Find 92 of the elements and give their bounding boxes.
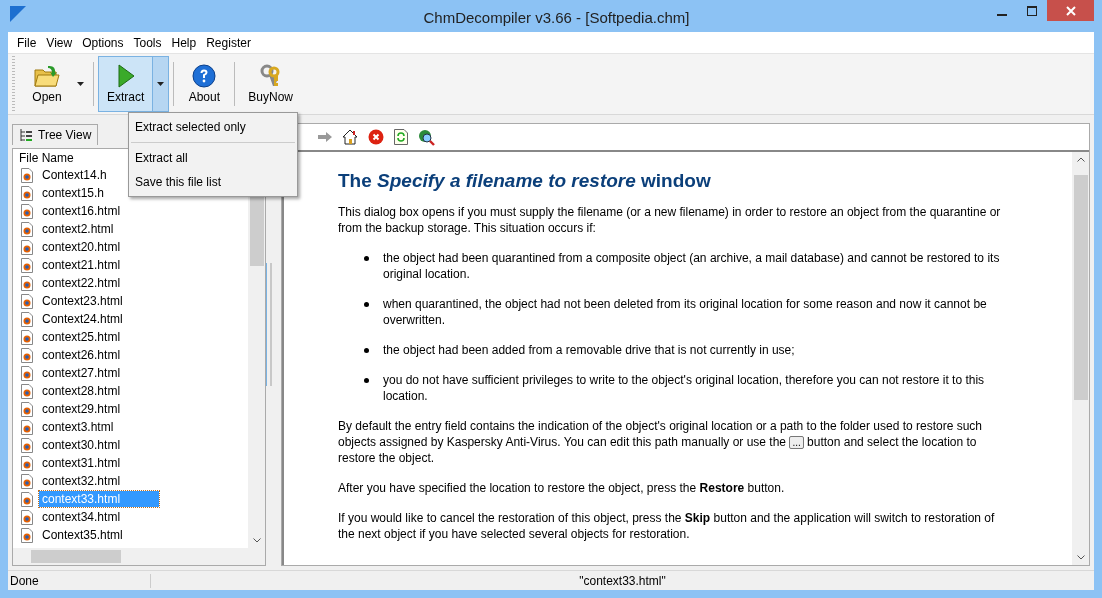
html-file-icon — [21, 455, 33, 471]
folder-icon — [34, 64, 60, 88]
bullet-icon — [364, 348, 369, 353]
menu-item[interactable]: Extract all — [129, 146, 297, 170]
file-list-item[interactable]: context30.html — [39, 437, 165, 453]
scrollbar-thumb[interactable] — [31, 550, 121, 563]
menu-item[interactable]: Extract selected only — [129, 115, 297, 139]
html-file-icon — [21, 221, 33, 237]
menu-item[interactable]: File — [12, 36, 42, 50]
paragraph: If you would like to cancel the restoration of this object, press the Skip button and the application will switch to restoration of the next object if you have selected several objects for restoration. — [338, 510, 996, 542]
html-file-icon — [21, 401, 33, 417]
html-file-icon — [21, 329, 33, 345]
bullet-icon — [364, 302, 369, 307]
forward-arrow-icon[interactable] — [318, 132, 332, 142]
menu-item[interactable]: View — [41, 36, 78, 50]
maximize-icon — [1027, 5, 1037, 16]
caret-icon — [76, 82, 84, 86]
app-icon — [10, 6, 26, 22]
html-file-icon — [21, 527, 33, 543]
globe-search-icon[interactable] — [418, 128, 435, 146]
html-file-icon — [21, 473, 33, 489]
file-list-item[interactable]: context32.html — [39, 473, 165, 489]
html-file-icon — [21, 383, 33, 399]
file-list-item[interactable]: context22.html — [39, 275, 165, 291]
toolbar-button[interactable]: Open — [22, 57, 72, 111]
stop-icon[interactable] — [368, 129, 384, 145]
file-list-item[interactable]: context26.html — [39, 347, 165, 363]
bullet-text: the object had been added from a removable drive that is not currently in use; — [383, 342, 795, 358]
bullet-text: you do not have sufficient privileges to write to the object's original location, therefore you can not restore it to this location. — [383, 372, 986, 404]
html-file-icon — [21, 437, 33, 453]
toolbar-button[interactable]: BuyNow — [240, 57, 302, 111]
column-header[interactable]: File Name — [19, 150, 80, 165]
html-file-icon — [21, 419, 33, 435]
html-file-icon — [21, 185, 33, 201]
file-list-item[interactable]: context20.html — [39, 239, 165, 255]
toolbar-button[interactable]: About — [179, 57, 230, 111]
scroll-up-icon[interactable] — [1076, 157, 1085, 162]
refresh-icon[interactable] — [394, 129, 408, 145]
home-icon[interactable] — [342, 129, 358, 145]
status-text: "context33.html" — [578, 573, 667, 588]
play-icon — [115, 64, 136, 88]
file-list-item[interactable]: Context35.html — [39, 527, 165, 543]
html-file-icon — [21, 293, 33, 309]
file-list-item[interactable]: context27.html — [39, 365, 165, 381]
menu-item[interactable]: Help — [166, 36, 202, 50]
html-file-icon — [21, 257, 33, 273]
html-file-icon — [21, 311, 33, 327]
html-file-icon — [21, 167, 33, 183]
tree-view-tab[interactable]: Tree View — [12, 124, 99, 145]
bullet-text: when quarantined, the object had not been deleted from its original location for some reason and now it cannot be overwritten. — [383, 296, 988, 328]
close-icon — [1065, 5, 1076, 16]
minimize-icon — [997, 13, 1007, 16]
menu-item[interactable]: Save this file list — [129, 170, 297, 194]
paragraph: After you have specified the location to restore the object, press the Restore button. — [338, 480, 786, 496]
html-file-icon — [21, 509, 33, 525]
caret-icon — [157, 82, 165, 86]
bullet-text: the object had been quarantined from a composite object (an archive, a mail database) and cannot be restored to its original location. — [383, 250, 1001, 282]
file-list-item[interactable]: context2.html — [39, 221, 165, 237]
scroll-down-icon[interactable] — [1076, 555, 1085, 560]
html-file-icon — [21, 239, 33, 255]
file-list-item[interactable]: context28.html — [39, 383, 165, 399]
paragraph: This dialog box opens if you must supply the filename (or a new filename) in order to restore an object from the quarantine or from the backup storage. This situation occurs if: — [338, 204, 1002, 236]
html-file-icon — [21, 491, 33, 507]
bullet-icon — [364, 256, 369, 261]
scrollbar-thumb[interactable] — [1073, 175, 1088, 400]
html-file-icon — [21, 203, 33, 219]
scroll-down-icon[interactable] — [252, 538, 261, 543]
file-list-item[interactable]: Context24.html — [39, 311, 165, 327]
paragraph: By default the entry field contains the indication of the object's original location or a path to the folder used to restore such objects assigned by Kaspersky Anti-Virus. You can edit this path manually or use the ... button and select the location to restore the object. — [338, 418, 983, 466]
file-list-item[interactable]: Context23.html — [39, 293, 165, 309]
file-list-item[interactable]: context31.html — [39, 455, 165, 471]
bullet-icon — [364, 378, 369, 383]
tree-icon — [19, 128, 33, 142]
file-list-item[interactable]: context16.html — [39, 203, 165, 219]
file-list-item[interactable]: context21.html — [39, 257, 165, 273]
file-list-item[interactable]: context3.html — [39, 419, 165, 435]
menu-item[interactable]: Tools — [128, 36, 167, 50]
menu-item[interactable]: Register — [201, 36, 256, 50]
file-list-item[interactable]: context34.html — [39, 509, 165, 525]
close-button[interactable] — [1047, 0, 1094, 21]
vertical-scrollbar[interactable] — [1072, 152, 1089, 565]
window-title: ChmDecompiler v3.66 - [Softpedia.chm] — [422, 7, 691, 26]
help-icon — [192, 64, 217, 88]
file-list-item[interactable]: context29.html — [39, 401, 165, 417]
horizontal-scrollbar[interactable] — [13, 548, 265, 565]
file-list-item[interactable]: context25.html — [39, 329, 165, 345]
html-file-icon — [21, 365, 33, 381]
status-text: Done — [8, 573, 151, 588]
html-file-icon — [21, 347, 33, 363]
html-file-icon — [21, 275, 33, 291]
menu-item[interactable]: Options — [77, 36, 129, 50]
document-heading: The Specify a filename to restore window — [338, 170, 712, 192]
